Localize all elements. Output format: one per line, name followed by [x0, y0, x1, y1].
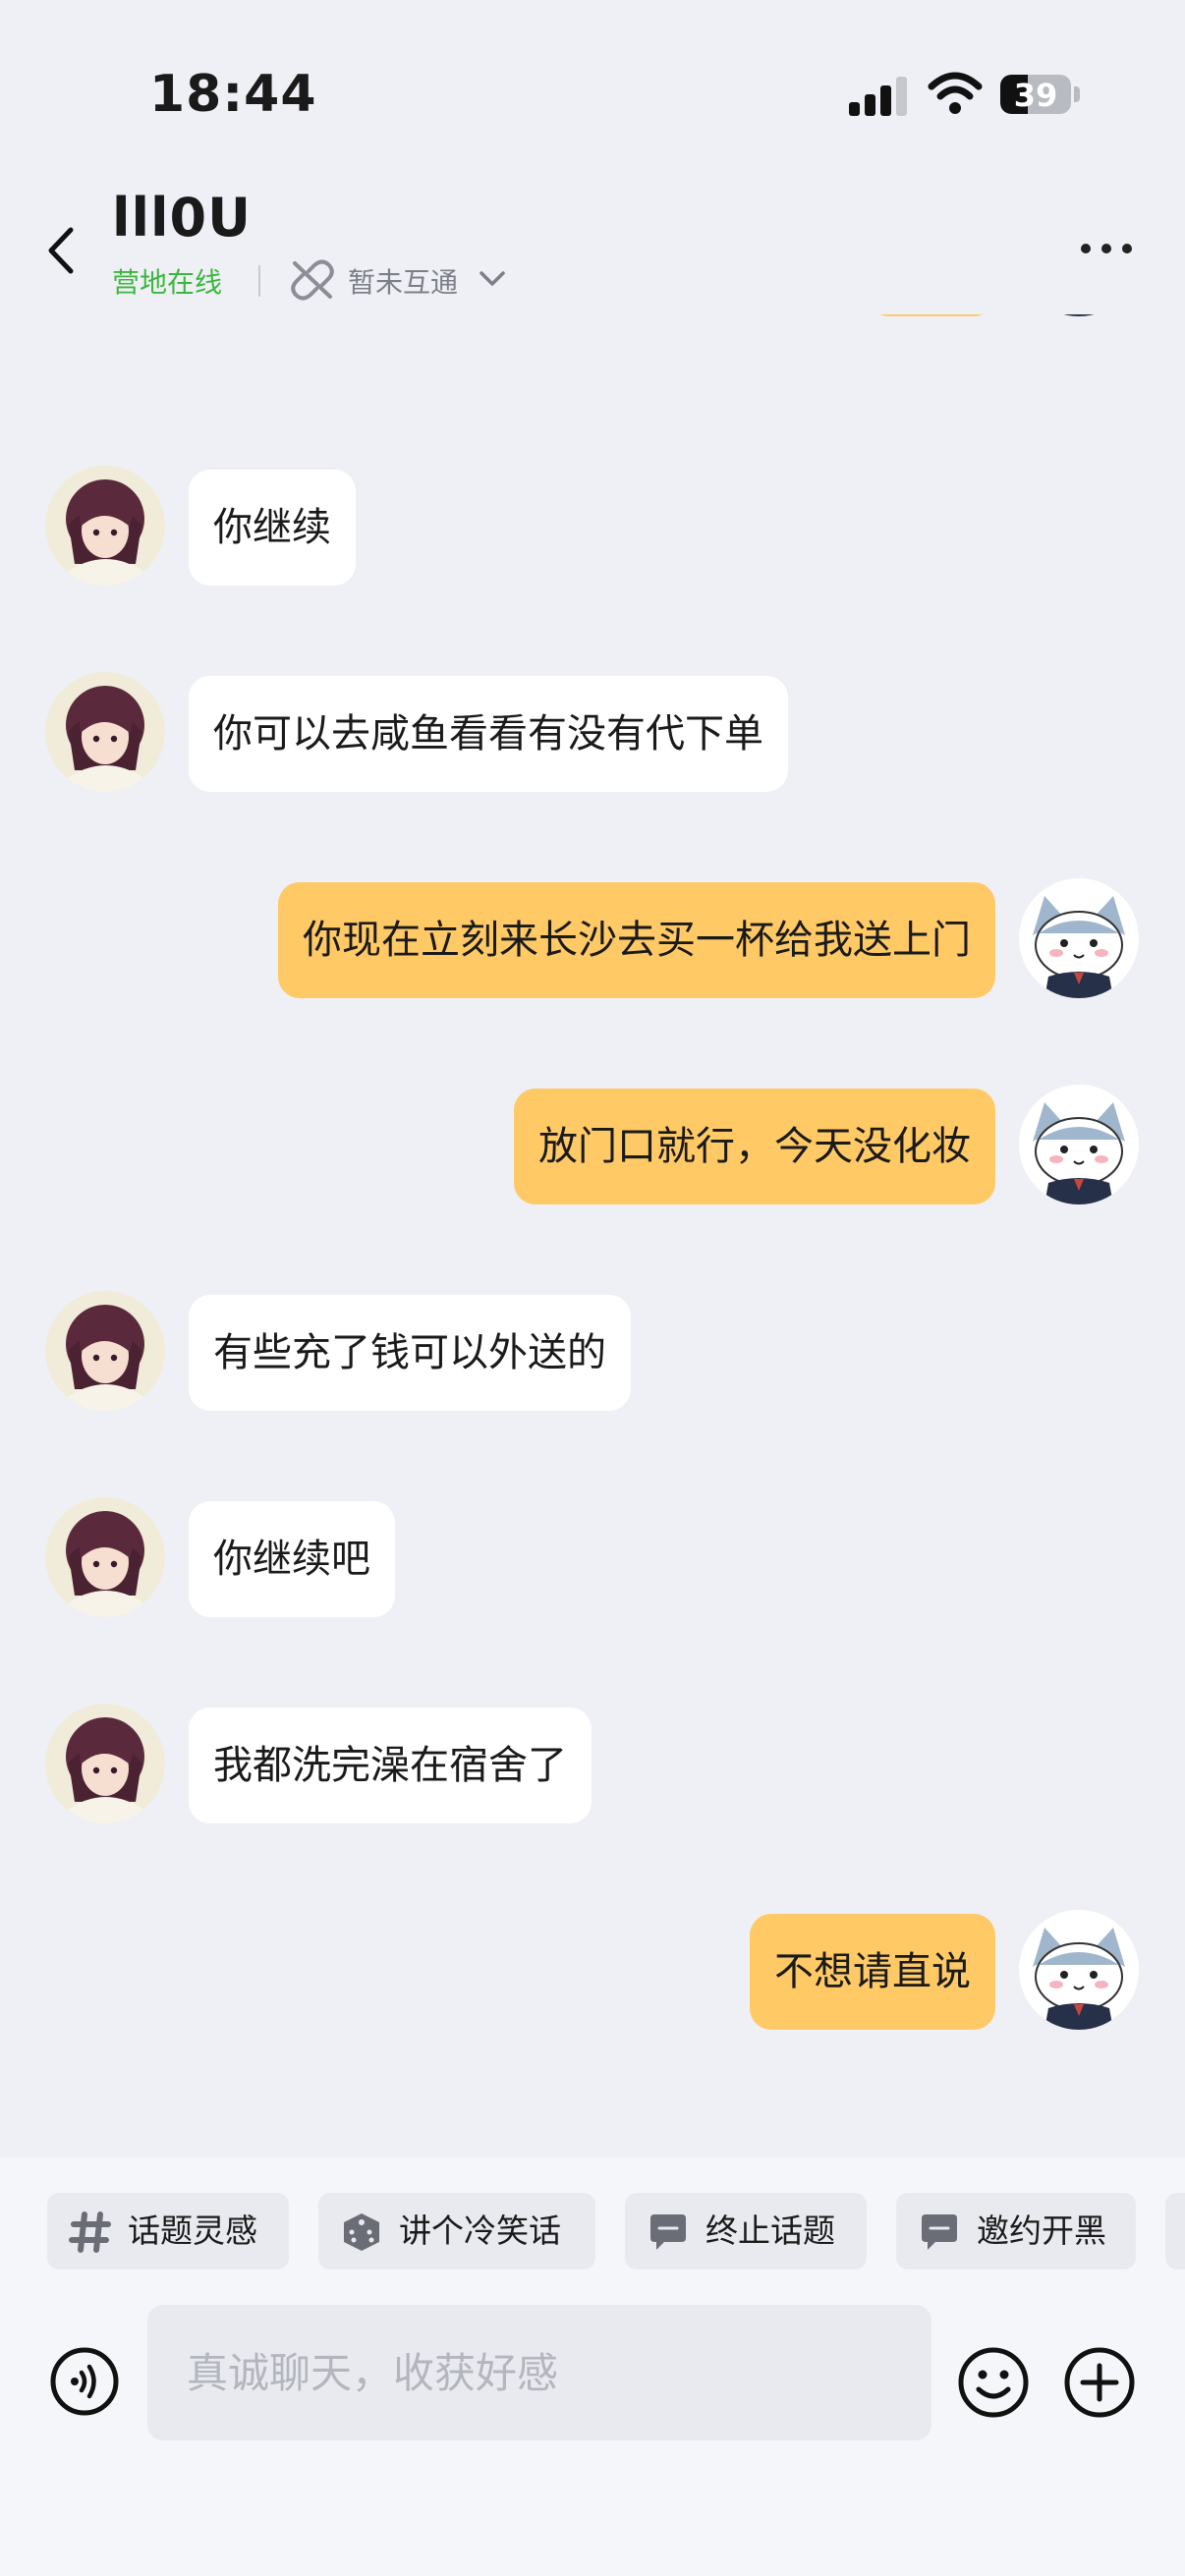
message-bubble[interactable]: 不想请直说 [750, 1914, 995, 2030]
contact-avatar[interactable] [45, 672, 165, 792]
hashtag-icon [69, 2212, 111, 2253]
message-row-sent: 你现在立刻来长沙去买一杯给我送上门 [0, 878, 1185, 1000]
mutual-status[interactable]: 暂未互通 [348, 261, 458, 301]
voice-input-icon[interactable] [49, 2346, 120, 2417]
status-bar: 18:44 39 [0, 0, 1185, 177]
message-row-received: 我都洗完澡在宿舍了 [0, 1704, 1185, 1825]
chat-title[interactable]: lll0U [112, 187, 252, 249]
message-bubble[interactable]: 你继续 [189, 470, 356, 586]
battery-level: 39 [1013, 77, 1058, 114]
chip-label: 终止话题 [705, 2212, 835, 2250]
more-options-icon[interactable] [1077, 236, 1136, 265]
header-divider [258, 265, 260, 297]
message-bubble[interactable]: 有些充了钱可以外送的 [189, 1295, 631, 1411]
message-bubble[interactable]: 你可以去咸鱼看看有没有代下单 [189, 676, 788, 792]
message-row-received: 有些充了钱可以外送的 [0, 1291, 1185, 1413]
contact-avatar[interactable] [45, 1497, 165, 1617]
self-avatar[interactable] [1019, 878, 1139, 998]
dice-icon [344, 2213, 379, 2251]
contact-avatar[interactable] [45, 1704, 165, 1823]
composer-panel: 话题灵感 讲个冷笑话 终止话题 邀约开黑 [0, 2157, 1185, 2576]
chip-label: 话题灵感 [128, 2212, 257, 2250]
message-input[interactable] [147, 2305, 931, 2440]
online-status: 营地在线 [112, 266, 223, 299]
message-bubble[interactable]: 我都洗完澡在宿舍了 [189, 1708, 592, 1823]
chat-bubble-icon [650, 2214, 686, 2250]
message-row-sent: 放门口就行，今天没化妆 [0, 1085, 1185, 1206]
chip-overflow[interactable] [1165, 2193, 1185, 2269]
chat-bubble-icon [922, 2214, 957, 2250]
message-row-received: 你可以去咸鱼看看有没有代下单 [0, 672, 1185, 794]
contact-avatar[interactable] [45, 1291, 165, 1411]
self-avatar[interactable] [1019, 1085, 1139, 1204]
message-bubble[interactable]: 放门口就行，今天没化妆 [514, 1089, 995, 1204]
self-avatar[interactable] [1019, 1910, 1139, 2030]
battery-cap [1074, 86, 1080, 102]
message-bubble[interactable]: 你现在立刻来长沙去买一杯给我送上门 [278, 882, 995, 998]
add-icon[interactable] [1063, 2346, 1136, 2419]
message-bubble[interactable]: 你继续吧 [189, 1501, 395, 1617]
emoji-icon[interactable] [957, 2346, 1030, 2419]
chip-end-topic[interactable]: 终止话题 [625, 2193, 867, 2269]
unlink-icon[interactable] [289, 257, 336, 303]
back-arrow-icon[interactable] [39, 216, 88, 285]
battery-icon: 39 [1000, 75, 1071, 114]
contact-avatar[interactable] [45, 466, 165, 586]
chip-invite-game[interactable]: 邀约开黑 [896, 2193, 1136, 2269]
message-row-received: 你继续 [0, 466, 1185, 588]
message-list[interactable]: 不要 你继续 你可以去咸鱼看看有没有代下单 你现在立刻来长沙去买一杯给我送上门 [0, 196, 1185, 2152]
message-row-sent: 不想请直说 [0, 1910, 1185, 2032]
chip-label: 讲个冷笑话 [399, 2212, 561, 2250]
wifi-icon [928, 72, 983, 114]
status-time: 18:44 [149, 65, 317, 124]
cellular-signal-icon [849, 75, 908, 116]
chip-cold-joke[interactable]: 讲个冷笑话 [318, 2193, 595, 2269]
chip-topic-inspiration[interactable]: 话题灵感 [47, 2193, 289, 2269]
chip-label: 邀约开黑 [977, 2212, 1106, 2250]
chevron-down-icon[interactable] [478, 267, 507, 291]
chat-header: lll0U 营地在线 暂未互通 [0, 177, 1185, 314]
message-row-received: 你继续吧 [0, 1497, 1185, 1619]
